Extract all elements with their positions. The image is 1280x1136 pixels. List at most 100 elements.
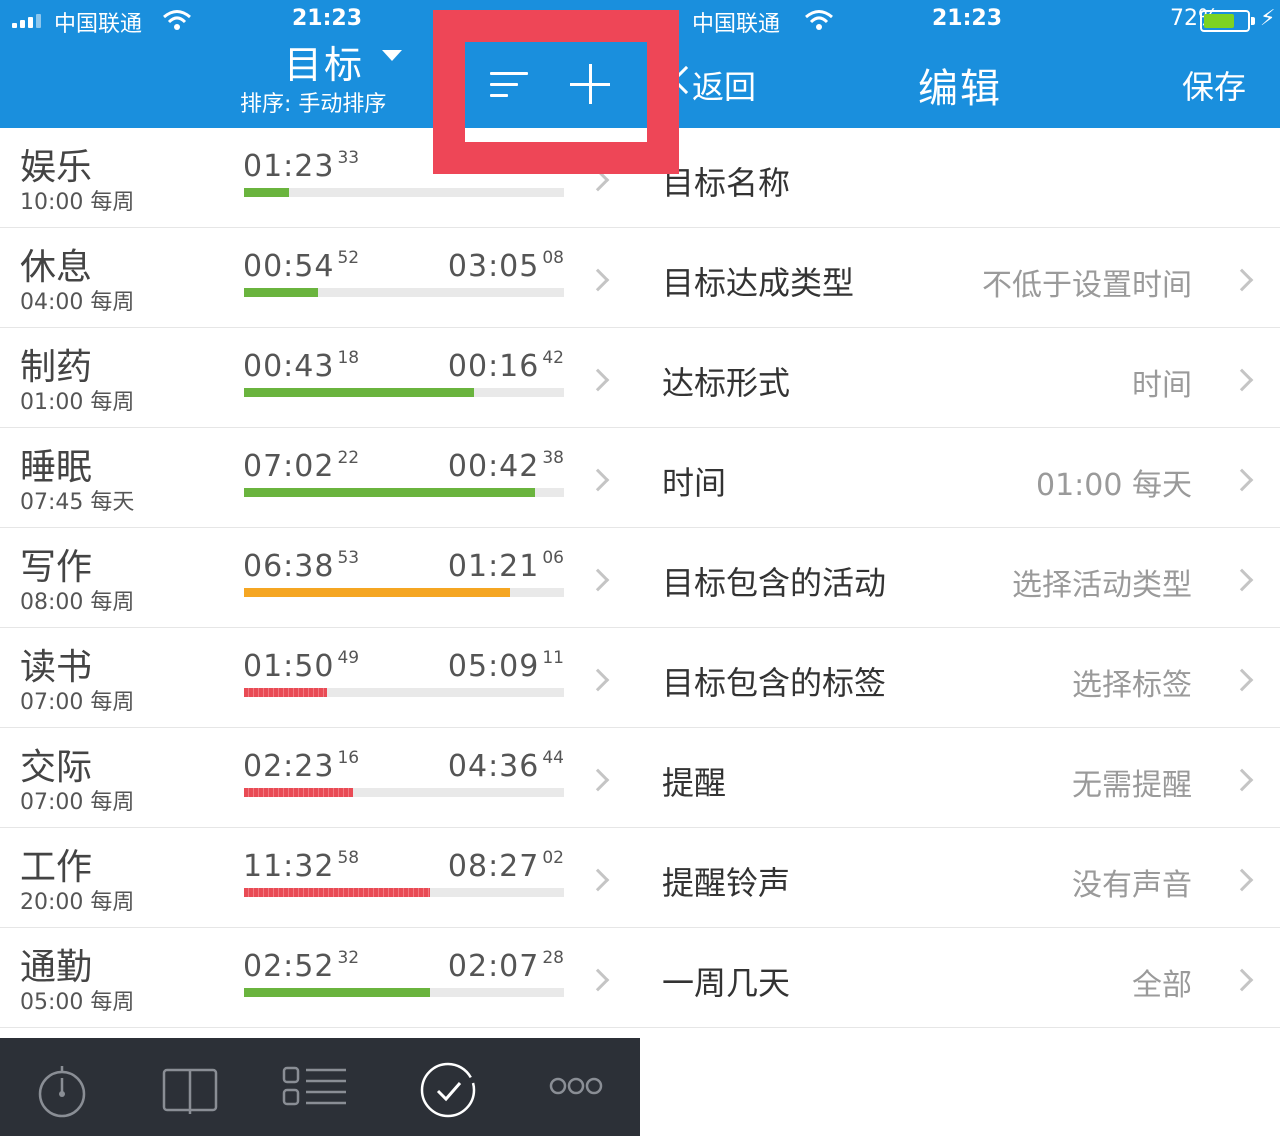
form-row[interactable]: 时间 01:00 每天 <box>640 428 1280 528</box>
goal-name: 通勤 <box>20 947 93 988</box>
edit-form: 目标名称 目标达成类型 不低于设置时间 达标形式 时间 时间 01:00 每天 目标包含的活动… <box>640 128 1280 1028</box>
goal-name: 制药 <box>20 347 93 388</box>
goal-row[interactable]: 睡眠 07:45 每天 07:02 22 00:42 38 <box>0 428 640 528</box>
goal-progress-fill <box>244 188 289 197</box>
goal-list: 娱乐 10:00 每周 01:23 33 休息 04:00 每周 00:54 52 03:05 0… <box>0 128 640 1028</box>
chevron-right-icon <box>1230 768 1254 792</box>
chevron-right-icon <box>586 968 610 992</box>
goal-progress-fill <box>244 488 536 497</box>
form-row[interactable]: 提醒铃声 没有声音 <box>640 828 1280 928</box>
stopwatch-icon[interactable] <box>30 1058 94 1122</box>
goal-done-time: 07:02 22 <box>243 448 360 484</box>
wifi-icon <box>805 10 833 30</box>
edit-goal-screen: 中国联通 21:23 72% ⚡ 返回 编辑 保存 目标名称 目标达成类型 不低于设… <box>640 0 1280 1136</box>
signal-icon <box>12 14 48 28</box>
form-row-value: 无需提醒 <box>1072 768 1192 803</box>
goal-progress-bar <box>244 188 564 197</box>
form-row-label: 一周几天 <box>662 964 791 1002</box>
chevron-right-icon <box>586 768 610 792</box>
goal-done-time: 11:32 58 <box>243 848 360 884</box>
goal-row[interactable]: 休息 04:00 每周 00:54 52 03:05 08 <box>0 228 640 328</box>
goal-remaining-time: 02:07 28 <box>447 948 564 984</box>
form-row[interactable]: 目标达成类型 不低于设置时间 <box>640 228 1280 328</box>
goal-done-time: 01:50 49 <box>243 648 360 684</box>
goal-progress-bar <box>244 288 564 297</box>
goal-target: 07:45 每天 <box>20 490 135 515</box>
goal-row[interactable]: 通勤 05:00 每周 02:52 32 02:07 28 <box>0 928 640 1028</box>
chevron-right-icon <box>586 568 610 592</box>
form-row[interactable]: 目标包含的标签 选择标签 <box>640 628 1280 728</box>
goal-done-time: 06:38 53 <box>243 548 360 584</box>
form-row-value: 选择标签 <box>1072 668 1192 703</box>
more-icon[interactable] <box>544 1058 608 1122</box>
wifi-icon <box>163 10 191 30</box>
form-row-value: 01:00 每天 <box>1036 468 1192 503</box>
chevron-down-icon[interactable] <box>382 50 402 61</box>
goal-name: 交际 <box>20 747 93 788</box>
list-icon[interactable] <box>282 1058 346 1122</box>
goal-name: 写作 <box>20 547 93 588</box>
goal-row[interactable]: 工作 20:00 每周 11:32 58 08:27 02 <box>0 828 640 928</box>
form-row-value: 选择活动类型 <box>1012 568 1192 603</box>
chevron-right-icon <box>586 268 610 292</box>
goal-name: 睡眠 <box>20 447 93 488</box>
form-row[interactable]: 一周几天 全部 <box>640 928 1280 1028</box>
form-row-label: 提醒 <box>662 764 727 802</box>
save-button[interactable]: 保存 <box>1182 62 1246 108</box>
goal-remaining-time: 00:42 38 <box>447 448 564 484</box>
goal-progress-fill <box>244 288 318 297</box>
goal-target: 07:00 每周 <box>20 690 135 715</box>
form-row[interactable]: 目标包含的活动 选择活动类型 <box>640 528 1280 628</box>
status-time: 21:23 <box>292 6 363 31</box>
goal-done-time: 02:52 32 <box>243 948 360 984</box>
chevron-right-icon <box>1230 668 1254 692</box>
highlight-box <box>433 10 679 174</box>
form-row-label: 目标包含的标签 <box>662 664 887 702</box>
chevron-right-icon <box>586 468 610 492</box>
check-circle-icon[interactable] <box>416 1058 480 1122</box>
goal-progress-bar <box>244 888 564 897</box>
goal-target: 20:00 每周 <box>20 890 135 915</box>
form-row[interactable]: 提醒 无需提醒 <box>640 728 1280 828</box>
goal-remaining-time: 05:09 11 <box>447 648 564 684</box>
goal-progress-bar <box>244 388 564 397</box>
chevron-right-icon <box>586 868 610 892</box>
goal-progress-fill <box>244 388 475 397</box>
form-row-value: 时间 <box>1132 368 1192 403</box>
goal-row[interactable]: 读书 07:00 每周 01:50 49 05:09 11 <box>0 628 640 728</box>
chevron-right-icon <box>1230 568 1254 592</box>
chevron-right-icon <box>1230 868 1254 892</box>
page-title[interactable]: 目标 <box>284 34 364 89</box>
goal-done-time: 00:54 52 <box>243 248 360 284</box>
goal-progress-fill <box>244 688 328 697</box>
goal-target: 01:00 每周 <box>20 390 135 415</box>
goal-progress-bar <box>244 588 564 597</box>
form-row[interactable]: 达标形式 时间 <box>640 328 1280 428</box>
goal-progress-fill <box>244 588 510 597</box>
goal-progress-fill <box>244 988 430 997</box>
book-icon[interactable] <box>158 1058 222 1122</box>
goal-target: 07:00 每周 <box>20 790 135 815</box>
form-row-label: 时间 <box>662 464 727 502</box>
carrier-label: 中国联通 <box>54 12 143 37</box>
form-row-label: 提醒铃声 <box>662 864 791 902</box>
battery-icon <box>1200 10 1255 32</box>
goal-progress-bar <box>244 988 564 997</box>
goal-progress-fill <box>244 888 430 897</box>
goal-row[interactable]: 制药 01:00 每周 00:43 18 00:16 42 <box>0 328 640 428</box>
goal-progress-bar <box>244 788 564 797</box>
goal-done-time: 00:43 18 <box>243 348 360 384</box>
goal-row[interactable]: 写作 08:00 每周 06:38 53 01:21 06 <box>0 528 640 628</box>
status-time: 21:23 <box>932 6 1003 31</box>
goal-row[interactable]: 交际 07:00 每周 02:23 16 04:36 44 <box>0 728 640 828</box>
sort-mode-label: 排序: 手动排序 <box>240 92 387 117</box>
form-row[interactable]: 目标名称 <box>640 128 1280 228</box>
form-row-label: 目标包含的活动 <box>662 564 887 602</box>
chevron-right-icon <box>586 668 610 692</box>
goal-remaining-time: 08:27 02 <box>447 848 564 884</box>
chevron-right-icon <box>1230 968 1254 992</box>
goal-progress-bar <box>244 688 564 697</box>
goal-target: 05:00 每周 <box>20 990 135 1015</box>
tab-bar <box>0 1038 640 1136</box>
charging-icon: ⚡ <box>1260 6 1276 31</box>
